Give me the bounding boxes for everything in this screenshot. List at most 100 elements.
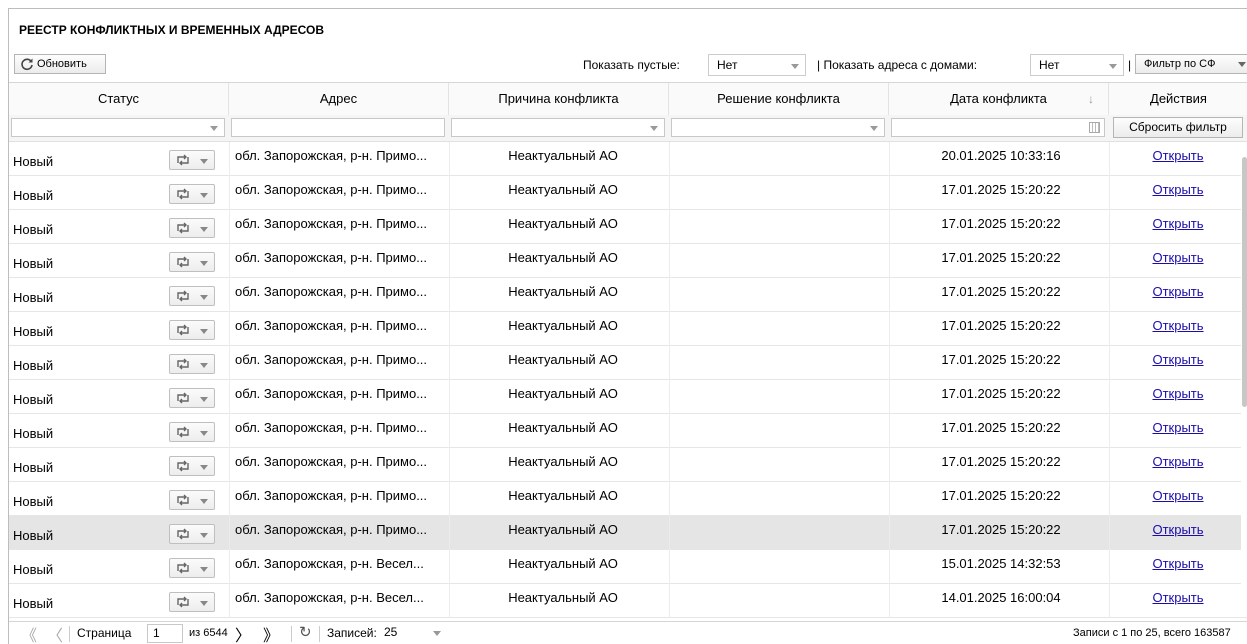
status-cell: Новый bbox=[13, 222, 54, 237]
open-link[interactable]: Открыть bbox=[1152, 148, 1203, 163]
status-change-button[interactable] bbox=[169, 286, 215, 306]
open-link[interactable]: Открыть bbox=[1152, 352, 1203, 367]
open-link[interactable]: Открыть bbox=[1152, 454, 1203, 469]
table-row[interactable]: Новый обл. Запорожская, р-н. Примо... Неак… bbox=[9, 380, 1247, 414]
action-cell: Открыть bbox=[1109, 346, 1247, 379]
filter-sf-button[interactable]: Фильтр по СФ bbox=[1135, 54, 1247, 74]
reason-cell: Неактуальный АО bbox=[508, 250, 618, 265]
scrollbar-thumb[interactable] bbox=[1242, 157, 1247, 407]
swap-icon bbox=[177, 358, 189, 370]
chevron-down-icon bbox=[1109, 64, 1117, 69]
solution-cell bbox=[673, 346, 885, 379]
column-header-solution[interactable]: Решение конфликта bbox=[669, 83, 889, 115]
cell-divider bbox=[229, 584, 230, 618]
open-link[interactable]: Открыть bbox=[1152, 284, 1203, 299]
reason-cell: Неактуальный АО bbox=[508, 318, 618, 333]
cell-divider bbox=[449, 210, 450, 244]
cell-divider bbox=[449, 278, 450, 312]
status-change-button[interactable] bbox=[169, 354, 215, 374]
status-change-button[interactable] bbox=[169, 150, 215, 170]
action-cell: Открыть bbox=[1109, 142, 1247, 175]
date-filter-input[interactable] bbox=[891, 118, 1105, 137]
address-filter-input[interactable] bbox=[231, 118, 445, 137]
status-change-button[interactable] bbox=[169, 388, 215, 408]
open-link[interactable]: Открыть bbox=[1152, 216, 1203, 231]
cell-divider bbox=[449, 584, 450, 618]
refresh-button[interactable]: Обновить bbox=[14, 54, 106, 74]
calendar-icon[interactable] bbox=[1089, 122, 1100, 133]
open-link[interactable]: Открыть bbox=[1152, 386, 1203, 401]
swap-icon bbox=[177, 596, 189, 608]
address-cell: обл. Запорожская, р-н. Весел... bbox=[235, 590, 424, 605]
open-link[interactable]: Открыть bbox=[1152, 488, 1203, 503]
sort-desc-icon: ↓ bbox=[1088, 92, 1094, 106]
cell-divider bbox=[449, 312, 450, 346]
open-link[interactable]: Открыть bbox=[1152, 420, 1203, 435]
table-row[interactable]: Новый обл. Запорожская, р-н. Примо... Неак… bbox=[9, 142, 1247, 176]
show-with-houses-select[interactable]: Нет bbox=[1030, 54, 1124, 76]
column-header-date[interactable]: Дата конфликта ↓ bbox=[889, 83, 1109, 115]
next-page-icon[interactable]: 〉 bbox=[235, 622, 251, 644]
table-row[interactable]: Новый обл. Запорожская, р-н. Примо... Неак… bbox=[9, 244, 1247, 278]
column-header-reason[interactable]: Причина конфликта bbox=[449, 83, 669, 115]
address-cell: обл. Запорожская, р-н. Примо... bbox=[235, 182, 428, 197]
table-row[interactable]: Новый обл. Запорожская, р-н. Весел... Неак… bbox=[9, 550, 1247, 584]
records-per-page-select[interactable]: 25 bbox=[379, 624, 449, 643]
date-cell: 17.01.2025 15:20:22 bbox=[941, 522, 1061, 537]
open-link[interactable]: Открыть bbox=[1152, 556, 1203, 571]
reset-filter-button[interactable]: Сбросить фильтр bbox=[1113, 117, 1243, 138]
swap-icon bbox=[177, 562, 189, 574]
cell-divider bbox=[229, 312, 230, 346]
chevron-down-icon bbox=[870, 126, 878, 131]
solution-cell bbox=[673, 244, 885, 277]
open-link[interactable]: Открыть bbox=[1152, 182, 1203, 197]
status-change-button[interactable] bbox=[169, 456, 215, 476]
status-change-button[interactable] bbox=[169, 490, 215, 510]
reason-cell: Неактуальный АО bbox=[508, 352, 618, 367]
table-row[interactable]: Новый обл. Запорожская, р-н. Примо... Неак… bbox=[9, 210, 1247, 244]
filter-row: Сбросить фильтр bbox=[9, 115, 1247, 142]
reload-icon[interactable]: ↻ bbox=[299, 623, 312, 641]
table-row[interactable]: Новый обл. Запорожская, р-н. Примо... Неак… bbox=[9, 312, 1247, 346]
table-row[interactable]: Новый обл. Запорожская, р-н. Примо... Неак… bbox=[9, 346, 1247, 380]
show-empty-select[interactable]: Нет bbox=[708, 54, 806, 76]
table-row[interactable]: Новый обл. Запорожская, р-н. Примо... Неак… bbox=[9, 448, 1247, 482]
status-cell: Новый bbox=[13, 596, 54, 611]
status-change-button[interactable] bbox=[169, 252, 215, 272]
last-page-icon[interactable]: 》 bbox=[263, 622, 279, 644]
status-change-button[interactable] bbox=[169, 320, 215, 340]
status-filter-select[interactable] bbox=[11, 118, 225, 137]
table-row[interactable]: Новый обл. Запорожская, р-н. Примо... Неак… bbox=[9, 278, 1247, 312]
cell-divider bbox=[669, 346, 670, 380]
table-row[interactable]: Новый обл. Запорожская, р-н. Примо... Неак… bbox=[9, 516, 1247, 550]
table-row[interactable]: Новый обл. Запорожская, р-н. Примо... Неак… bbox=[9, 176, 1247, 210]
status-change-button[interactable] bbox=[169, 592, 215, 612]
table-row[interactable]: Новый обл. Запорожская, р-н. Весел... Неак… bbox=[9, 584, 1247, 618]
column-header-address[interactable]: Адрес bbox=[229, 83, 449, 115]
status-change-button[interactable] bbox=[169, 422, 215, 442]
status-change-button[interactable] bbox=[169, 524, 215, 544]
status-change-button[interactable] bbox=[169, 184, 215, 204]
reason-filter-select[interactable] bbox=[451, 118, 665, 137]
first-page-icon[interactable]: 《 bbox=[21, 622, 37, 644]
cell-divider bbox=[889, 482, 890, 516]
table-row[interactable]: Новый обл. Запорожская, р-н. Примо... Неак… bbox=[9, 482, 1247, 516]
cell-divider bbox=[449, 176, 450, 210]
open-link[interactable]: Открыть bbox=[1152, 522, 1203, 537]
open-link[interactable]: Открыть bbox=[1152, 318, 1203, 333]
address-cell: обл. Запорожская, р-н. Примо... bbox=[235, 148, 428, 163]
column-header-status[interactable]: Статус bbox=[9, 83, 229, 115]
solution-filter-select[interactable] bbox=[671, 118, 885, 137]
solution-cell bbox=[673, 312, 885, 345]
prev-page-icon[interactable]: 〈 bbox=[47, 622, 63, 644]
page-number-input[interactable]: 1 bbox=[147, 624, 183, 643]
open-link[interactable]: Открыть bbox=[1152, 590, 1203, 605]
open-link[interactable]: Открыть bbox=[1152, 250, 1203, 265]
status-change-button[interactable] bbox=[169, 218, 215, 238]
cell-divider bbox=[229, 176, 230, 210]
status-change-button[interactable] bbox=[169, 558, 215, 578]
date-cell: 17.01.2025 15:20:22 bbox=[941, 284, 1061, 299]
solution-cell bbox=[673, 584, 885, 617]
table-row[interactable]: Новый обл. Запорожская, р-н. Примо... Неак… bbox=[9, 414, 1247, 448]
address-cell: обл. Запорожская, р-н. Весел... bbox=[235, 556, 424, 571]
